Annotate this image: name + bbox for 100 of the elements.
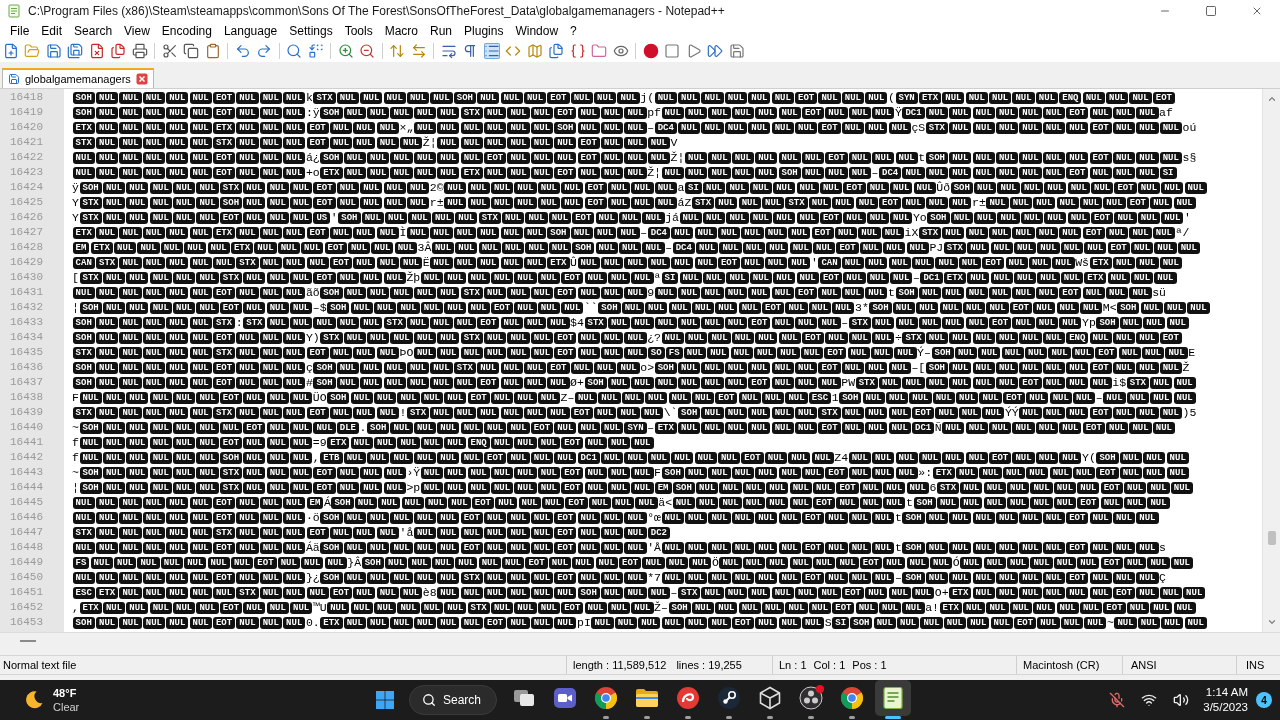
code-line: STX NUL NUL NUL NUL NUL STX NUL NUL NUL EOT NUL NUL NUL NUL Ž¦ NUL NUL NUL NUL NUL NUL EOT NUL NUL NUL V (72, 135, 678, 150)
cube-icon[interactable] (757, 686, 782, 710)
menu-item[interactable]: Language (217, 22, 284, 40)
word-wrap-icon[interactable] (440, 43, 457, 59)
moon-icon[interactable] (24, 690, 44, 710)
line-number: 16453 (10, 615, 43, 630)
code-line: STX NUL NUL NUL NUL NUL STX NUL NUL NUL EOT NUL NUL NUL 'å NUL NUL NUL NUL NUL NUL EOT NUL NUL NUL DC2 (72, 525, 671, 540)
menu-item[interactable]: Encoding (155, 22, 218, 40)
file-tab[interactable]: globalgamemanagers (2, 68, 154, 88)
search-icon (422, 693, 436, 707)
menu-item[interactable]: Run (424, 22, 459, 40)
line-number: 16436 (10, 360, 43, 375)
files-icon[interactable] (548, 43, 565, 59)
file-x-icon[interactable] (88, 43, 105, 59)
menu-item[interactable]: Plugins (458, 22, 510, 40)
line-number: 16442 (10, 450, 43, 465)
close-icon[interactable] (1251, 5, 1263, 17)
zoom-out-icon[interactable] (359, 43, 376, 59)
replace-icon[interactable] (307, 43, 324, 59)
code-line: ~ SOH NUL NUL NUL NUL NUL STX NUL NUL NUL EOT NUL NUL NUL ›Ÿ NUL NUL NUL NUL NUL NUL EOT NUL NUL NUL F SOH NUL NUL NUL NUL NUL NUL EOT NUL NUL NUL »: ETX NUL NUL NUL NUL NUL NUL EOT NUL NUL NUL (72, 465, 1190, 480)
menu-item[interactable]: Edit (35, 22, 69, 40)
left-right-arrows-icon[interactable] (410, 43, 427, 59)
file-plus-icon[interactable] (2, 43, 19, 59)
menu-item[interactable]: ? (564, 22, 583, 40)
clock-date: 3/5/2023 (1203, 700, 1248, 715)
menu-item[interactable]: File (4, 22, 36, 40)
vertical-scrollbar[interactable] (1262, 89, 1280, 632)
code-line: Y STX NUL NUL NUL NUL NUL SOH NUL NUL NUL EOT NUL NUL NUL NUL r± NUL NUL NUL NUL NUL NUL EOT NUL NUL NUL áZ STX NUL NUL NUL STX NUL NUL NUL EOT NUL NUL NUL r± NUL NUL NUL NUL NUL NUL EOT NUL NUL (72, 195, 1197, 210)
line-number: 16431 (10, 285, 43, 300)
menu-item[interactable]: Window (509, 22, 565, 40)
menu-item[interactable]: Settings (283, 22, 339, 40)
search-icon[interactable] (286, 43, 303, 59)
column-label: Col : 1 (813, 659, 846, 671)
up-down-arrows-icon[interactable] (389, 43, 406, 59)
notepad-icon[interactable] (874, 680, 911, 716)
code-line: f NUL NUL NUL NUL NUL NUL EOT NUL NUL NUL =9 ETX NUL NUL NUL NUL NUL ENQ NUL NUL NUL EOT NUL NUL NUL (72, 435, 655, 450)
line-number: 16432 (10, 300, 43, 315)
fast-forward-icon[interactable] (707, 43, 724, 59)
line-number: 16440 (10, 420, 43, 435)
menu-item[interactable]: Search (68, 22, 119, 40)
length-label: length : 11,589,512 (573, 659, 667, 671)
mic-off-icon[interactable] (1109, 692, 1126, 708)
folder-icon[interactable] (634, 686, 659, 710)
stacked-floppy-icon[interactable] (67, 43, 84, 59)
map-icon[interactable] (526, 43, 543, 59)
printer-icon[interactable] (131, 43, 148, 59)
record-icon[interactable] (642, 43, 659, 59)
line-number: 16421 (10, 135, 43, 150)
braces-icon[interactable] (569, 43, 586, 59)
eye-icon[interactable] (612, 43, 629, 59)
code-icon[interactable] (505, 43, 522, 59)
zoom-in-icon[interactable] (337, 43, 354, 59)
search-button[interactable]: Search (409, 685, 497, 715)
menu-item[interactable]: View (118, 22, 156, 40)
line-number: 16427 (10, 225, 43, 240)
code-line: NUL NUL NUL NUL NUL NUL EOT NUL NUL NUL ãõ SOH NUL NUL NUL NUL NUL STX NUL NUL NUL EOT NUL NUL NUL 9 NUL NUL NUL NUL NUL NUL EOT NUL NUL NUL t SOH NUL NUL NUL NUL NUL NUL EOT NUL NUL NUL sü (72, 285, 1166, 300)
redo-icon[interactable] (256, 43, 273, 59)
line-label: Ln : 1 (779, 659, 807, 671)
caret-down-icon[interactable] (1266, 617, 1277, 627)
swirl-logo-icon[interactable] (675, 686, 700, 710)
maximize-icon[interactable] (1205, 5, 1217, 17)
code-line: NUL NUL NUL NUL NUL NUL EOT NUL NUL NUL }¿ SOH NUL NUL NUL NUL NUL STX NUL NUL NUL EOT NUL NUL NUL *7 NUL NUL NUL NUL NUL NUL EOT NUL NUL NUL – SOH NUL NUL NUL NUL NUL NUL EOT NUL NUL NUL Ç (72, 570, 1166, 585)
scissors-icon[interactable] (161, 43, 178, 59)
indent-lines-icon[interactable] (483, 43, 500, 59)
code-line: [ STX NUL NUL NUL NUL NUL STX NUL NUL NUL EOT NUL NUL NUL Žþ NUL NUL NUL NUL NUL NUL EOT NUL NUL NUL ª SI NUL NUL NUL NUL NUL NUL EOT NUL NUL NUL – DC1 ETX NUL NUL NUL NUL NUL ETX NUL NUL NUL (72, 270, 1178, 285)
video-camera-icon[interactable] (552, 686, 577, 710)
code-line: ESC ETX NUL NUL NUL NUL NUL STX NUL NUL NUL EOT NUL NUL NUL è8 NUL NUL NUL NUL NUL NUL SOH NUL NUL NUL – STX NUL NUL NUL NUL NUL NUL EOT NUL NUL NUL O+ ETX NUL NUL NUL NUL NUL NUL EOT NUL NUL NUL (72, 585, 1206, 600)
undo-icon[interactable] (234, 43, 251, 59)
close-icon[interactable] (135, 73, 148, 85)
line-number: 16429 (10, 255, 43, 270)
code-line: SOH NUL NUL NUL NUL NUL EOT NUL NUL NUL k STX NUL NUL NUL NUL NUL SOH NUL NUL NUL EOT NUL NUL NUL j( NUL NUL NUL NUL NUL NUL EOT NUL NUL NUL ( SYN ETX NUL NUL NUL NUL NUL ENQ NUL NUL NUL EOT (72, 90, 1176, 105)
browser-icon[interactable] (839, 686, 864, 710)
code-line: NUL NUL NUL NUL NUL NUL EOT NUL NUL NUL Áä SOH NUL NUL NUL NUL NUL EOT NUL NUL NUL EOT NUL NUL NUL 'Å NUL NUL NUL NUL NUL NUL EOT NUL NUL NUL t SOH NUL NUL NUL NUL NUL NUL EOT NUL NUL NUL s (72, 540, 1166, 555)
browser-icon[interactable] (593, 686, 618, 710)
code-line: STX NUL NUL NUL NUL NUL STX NUL NUL NUL EOT NUL NUL NUL ÞO NUL NUL NUL NUL NUL NUL EOT NUL NUL NUL SO FS NUL NUL NUL NUL NUL NUL EOT NUL NUL NUL Ý– SOH NUL NUL NUL NUL NUL NUL EOT NUL NUL NUL E (72, 345, 1196, 360)
start-icon[interactable] (375, 690, 395, 710)
menu-item[interactable]: Tools (338, 22, 379, 40)
line-number: 16441 (10, 435, 43, 450)
copy-icon[interactable] (183, 43, 200, 59)
code-line: NUL NUL NUL NUL NUL NUL EOT NUL NUL NUL ·ö SOH NUL NUL NUL NUL NUL EOT NUL NUL NUL EOT NUL NUL NUL °œ NUL NUL NUL NUL NUL NUL EOT NUL NUL NUL t SOH NUL NUL NUL NUL NUL NUL EOT NUL NUL NUL (72, 510, 1160, 525)
clock-time: 1:14 AM (1205, 685, 1248, 700)
scrollbar-thumb[interactable] (20, 639, 36, 642)
wifi-icon[interactable] (1141, 692, 1158, 708)
line-number: 16445 (10, 495, 43, 510)
line-number: 16439 (10, 405, 43, 420)
clipboard-icon[interactable] (204, 43, 221, 59)
scrollbar-thumb[interactable] (1267, 531, 1276, 545)
speaker-icon[interactable] (1173, 692, 1190, 708)
file-type-label: Normal text file (3, 659, 77, 671)
line-number: 16448 (10, 540, 43, 555)
three-circles-logo-icon[interactable] (798, 686, 823, 710)
line-number: 16425 (10, 195, 43, 210)
piston-logo-icon[interactable] (716, 686, 741, 710)
caret-up-icon[interactable] (1266, 94, 1277, 104)
code-line: SOH NUL NUL NUL NUL NUL EOT NUL NUL NUL ç SOH NUL NUL NUL NUL NUL STX NUL NUL NUL EOT NUL NUL NUL o> SOH NUL NUL NUL NUL NUL NUL EOT NUL NUL NUL –[ SOH NUL NUL NUL NUL NUL NUL EOT NUL NUL NUL Ž (72, 360, 1190, 375)
code-line: F NUL NUL NUL NUL NUL NUL EOT NUL NUL NUL ÜO SOH NUL NUL NUL NUL NUL EOT NUL NUL NUL Z– NUL NUL NUL NUL NUL NUL EOT NUL NUL NUL ESC 1 SOH NUL NUL NUL NUL NUL NUL EOT NUL NUL NUL – NUL NUL NUL NUL (72, 390, 1197, 405)
line-number: 16418 (10, 90, 43, 105)
menu-item[interactable]: Macro (378, 22, 424, 40)
files-icon[interactable] (110, 43, 127, 59)
notification-count[interactable]: 4 (1256, 692, 1272, 708)
